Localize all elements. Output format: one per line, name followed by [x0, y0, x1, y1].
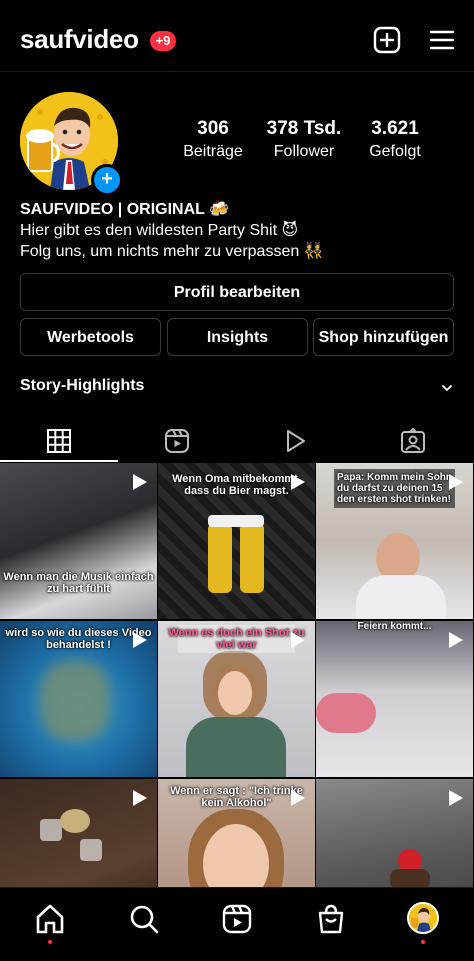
- post-thumbnail[interactable]: Papa: Komm mein Sohn du darfst zu deinen…: [316, 463, 473, 619]
- top-bar: saufvideo +9: [0, 0, 474, 72]
- reels-icon[interactable]: [220, 902, 254, 936]
- following-label: Gefolgt: [369, 143, 421, 160]
- shop-icon[interactable]: [314, 902, 348, 936]
- post-thumbnail[interactable]: Wenn es doch ein Shot zu viel war: [158, 621, 315, 777]
- bottom-nav: [0, 887, 474, 961]
- active-tab-indicator: [0, 460, 118, 462]
- add-shop-button[interactable]: Shop hinzufügen: [313, 318, 454, 356]
- profile-username[interactable]: saufvideo: [20, 24, 139, 55]
- following-stat[interactable]: 3.621 Gefolgt: [340, 118, 450, 161]
- post-thumbnail[interactable]: [0, 779, 157, 887]
- tab-videos[interactable]: [236, 420, 354, 462]
- tab-grid[interactable]: [0, 420, 118, 462]
- menu-icon[interactable]: [428, 26, 456, 54]
- reel-play-icon: [291, 790, 305, 806]
- edit-profile-button[interactable]: Profil bearbeiten: [20, 273, 454, 311]
- following-count: 3.621: [371, 118, 419, 139]
- chevron-down-icon[interactable]: [440, 381, 454, 395]
- reel-play-icon: [291, 632, 305, 648]
- profile-activity-dot: [421, 940, 425, 944]
- profile-display-name: SAUFVIDEO | ORIGINAL 🍻: [20, 201, 230, 218]
- avatar-cartoon-icon: [409, 904, 437, 932]
- reels-icon: [165, 429, 189, 453]
- tab-tagged[interactable]: [354, 420, 472, 462]
- post-thumbnail[interactable]: Wenn Oma mitbekommt, dass du Bier magst.: [158, 463, 315, 619]
- search-icon[interactable]: [127, 902, 161, 936]
- tagged-person-icon: [401, 428, 425, 453]
- grid-icon: [47, 429, 71, 453]
- reel-play-icon: [449, 790, 463, 806]
- reel-play-icon: [449, 632, 463, 648]
- post-thumbnail[interactable]: [316, 779, 473, 887]
- notification-badge[interactable]: +9: [150, 31, 176, 51]
- reel-play-icon: [133, 474, 147, 490]
- post-thumbnail[interactable]: Feiern kommt...: [316, 621, 473, 777]
- bio-line-1: Hier gibt es den wildesten Party Shit 😈: [20, 222, 299, 239]
- reel-play-icon: [133, 790, 147, 806]
- profile-avatar-nav[interactable]: [407, 902, 439, 934]
- profile-tabs: [0, 420, 474, 462]
- reel-play-icon: [133, 632, 147, 648]
- post-caption: Wenn man die Musik einfach zu hart fühlt: [3, 571, 154, 595]
- reel-play-icon: [449, 474, 463, 490]
- post-caption: Papa: Komm mein Sohn du darfst zu deinen…: [334, 469, 455, 508]
- post-thumbnail[interactable]: Wenn er sagt : "Ich trinke kein Alkohol": [158, 779, 315, 887]
- posts-grid: Wenn man die Musik einfach zu hart fühlt…: [0, 463, 474, 887]
- post-thumbnail[interactable]: Wenn man die Musik einfach zu hart fühlt: [0, 463, 157, 619]
- home-icon[interactable]: [33, 902, 67, 936]
- add-story-icon[interactable]: +: [91, 164, 123, 196]
- tab-reels[interactable]: [118, 420, 236, 462]
- reel-play-icon: [291, 474, 305, 490]
- bio-line-2: Folg uns, um nichts mehr zu verpassen 👯: [20, 243, 324, 260]
- play-icon: [287, 430, 305, 452]
- create-post-icon[interactable]: [373, 26, 401, 54]
- profile-bio: SAUFVIDEO | ORIGINAL 🍻 Hier gibt es den …: [20, 199, 324, 262]
- home-activity-dot: [48, 940, 52, 944]
- story-highlights-label[interactable]: Story-Highlights: [20, 377, 144, 395]
- ad-tools-button[interactable]: Werbetools: [20, 318, 161, 356]
- insights-button[interactable]: Insights: [167, 318, 308, 356]
- post-thumbnail[interactable]: wird so wie du dieses Video behandelst !: [0, 621, 157, 777]
